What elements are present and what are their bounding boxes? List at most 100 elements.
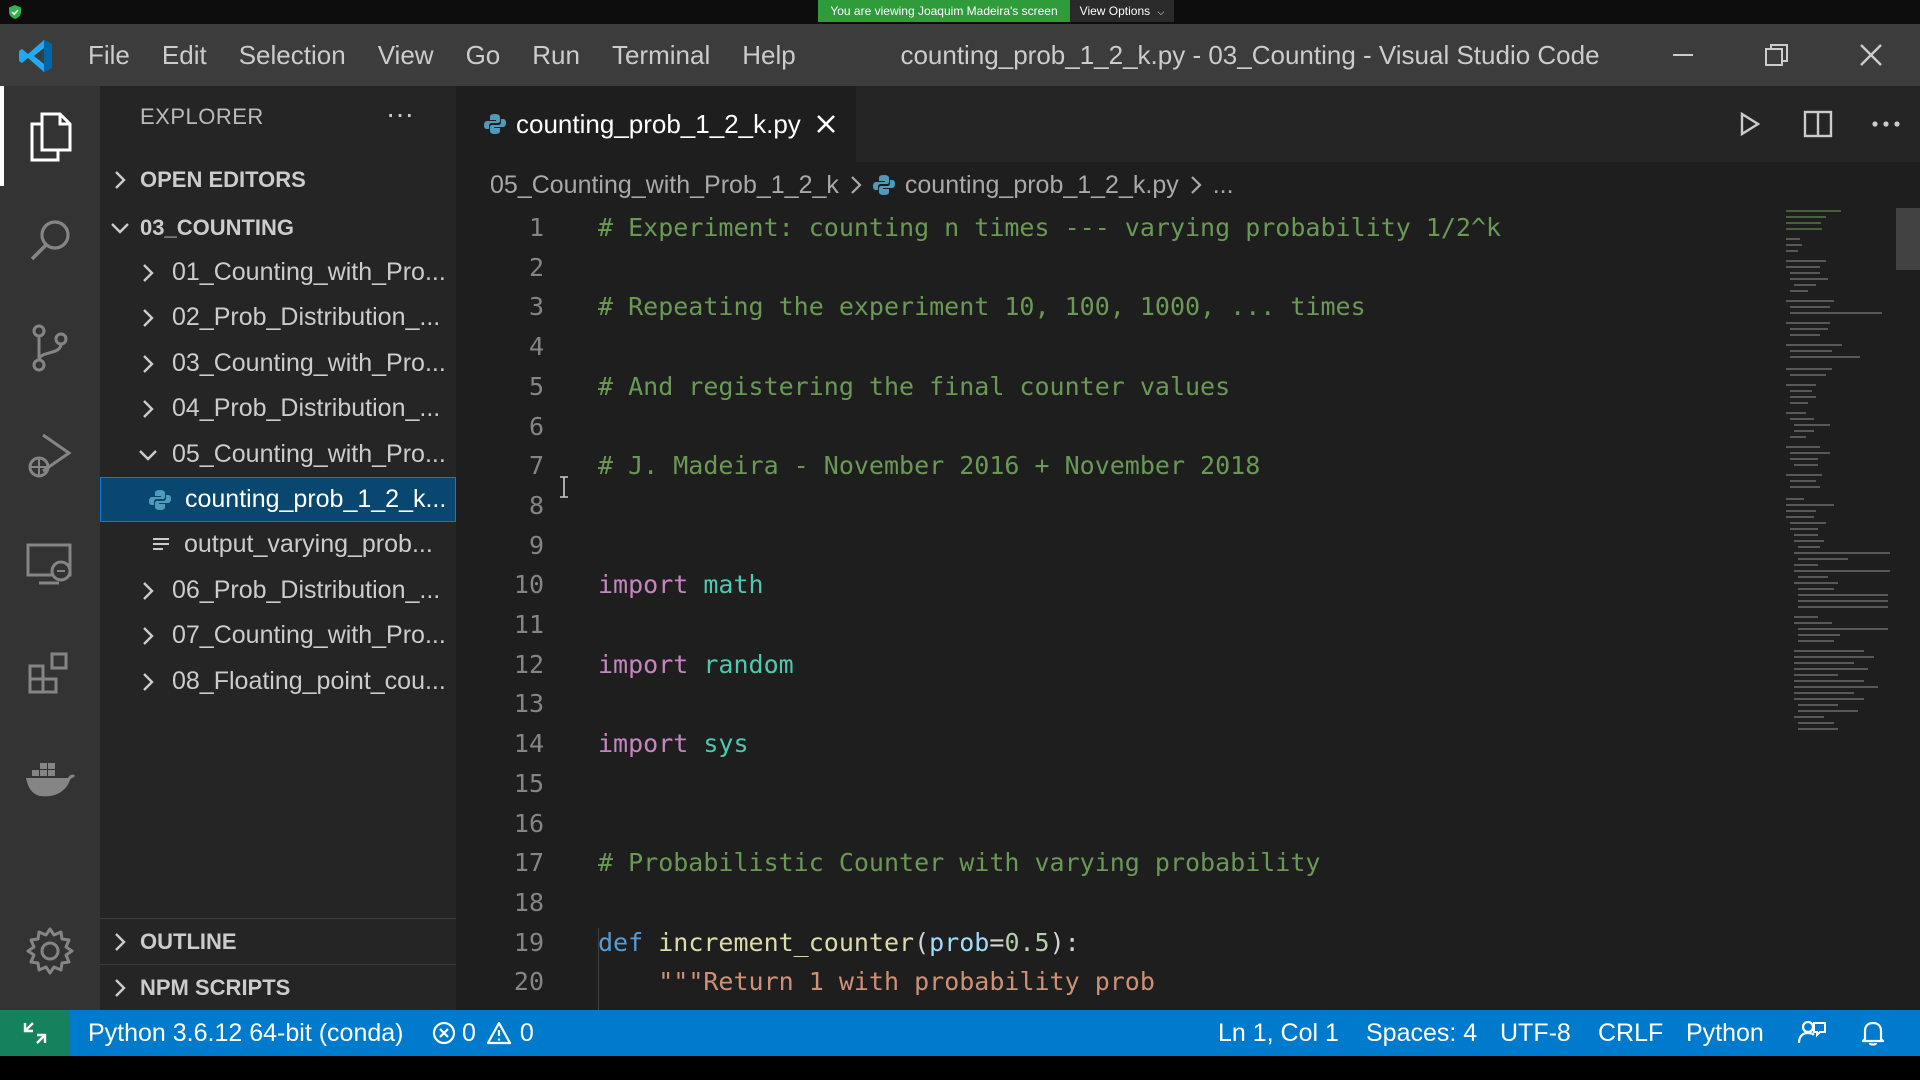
tree-folder-02[interactable]: 02_Prob_Distribution_... [100, 295, 456, 340]
tree-folder-01[interactable]: 01_Counting_with_Pro... [100, 250, 456, 295]
code-line[interactable]: 10 import math [456, 565, 1776, 605]
python-interpreter[interactable]: Python 3.6.12 64-bit (conda) [88, 1010, 403, 1056]
extensions-activity-button[interactable] [20, 642, 80, 702]
code-line[interactable]: 19 def increment_counter(prob=0.5): [456, 923, 1776, 963]
line-number: 1 [528, 213, 544, 242]
menu-go[interactable]: Go [450, 24, 517, 86]
remote-explorer-activity-button[interactable] [20, 534, 80, 594]
code-editor[interactable]: 1 # Experiment: counting n times --- vary… [456, 208, 1776, 1010]
split-editor-button[interactable] [1784, 94, 1852, 154]
chevron-right-icon [136, 671, 160, 693]
code-line[interactable]: 21 Return 0 with probability (1-prob)""" [456, 1002, 1776, 1010]
remote-icon [23, 1022, 47, 1044]
npm-scripts-section[interactable]: NPM SCRIPTS [100, 966, 456, 1010]
menu-view[interactable]: View [362, 24, 450, 86]
code-line[interactable]: 15 [456, 764, 1776, 804]
warning-count: 0 [519, 1019, 534, 1047]
chevron-right-icon [136, 307, 160, 329]
code-line[interactable]: 12 import random [456, 645, 1776, 685]
view-options-button[interactable]: View Options ⌵ [1070, 0, 1174, 22]
remote-indicator-button[interactable] [0, 1010, 70, 1056]
outline-section[interactable]: OUTLINE [100, 920, 456, 964]
code-line[interactable]: 3 # Repeating the experiment 10, 100, 100… [456, 287, 1776, 327]
feedback-button[interactable] [1798, 1010, 1826, 1056]
menu-terminal[interactable]: Terminal [596, 24, 726, 86]
manage-activity-button[interactable] [20, 921, 80, 981]
tree-folder-08[interactable]: 08_Floating_point_cou... [100, 659, 456, 704]
open-editors-section[interactable]: OPEN EDITORS [100, 158, 456, 202]
line-number: 4 [528, 332, 544, 362]
more-actions-button[interactable]: ··· [386, 86, 414, 148]
indentation[interactable]: Spaces: 4 [1366, 1010, 1477, 1056]
tree-item-label: 08_Floating_point_cou... [172, 667, 446, 695]
source-control-activity-button[interactable] [20, 318, 80, 378]
breadcrumb-folder[interactable]: 05_Counting_with_Prob_1_2_k [490, 171, 839, 200]
run-file-button[interactable] [1716, 94, 1784, 154]
code-line[interactable]: 18 [456, 883, 1776, 923]
menu-selection[interactable]: Selection [223, 24, 362, 86]
code-line[interactable]: 17 # Probabilistic Counter with varying p… [456, 843, 1776, 883]
line-number: 2 [528, 252, 544, 282]
restore-button[interactable] [1732, 24, 1822, 86]
tree-file-counting-prob[interactable]: counting_prob_1_2_k... [100, 477, 456, 522]
code-line[interactable]: 20 """Return 1 with probability prob [456, 962, 1776, 1002]
notifications-button[interactable] [1860, 1010, 1886, 1056]
docker-activity-button[interactable] [20, 750, 80, 810]
search-activity-button[interactable] [20, 210, 80, 270]
line-content: import math [598, 570, 764, 600]
line-number: 16 [513, 808, 544, 838]
code-line[interactable]: 4 [456, 327, 1776, 367]
minimize-button[interactable] [1638, 24, 1728, 86]
more-editor-actions-button[interactable] [1852, 94, 1920, 154]
breadcrumb-symbols[interactable]: ... [1213, 171, 1234, 200]
tree-folder-05[interactable]: 05_Counting_with_Pro... [100, 432, 456, 477]
editor-tab-active[interactable]: counting_prob_1_2_k.py [456, 86, 856, 162]
chevron-right-icon [100, 931, 140, 953]
breadcrumb-file[interactable]: counting_prob_1_2_k.py [905, 171, 1179, 200]
close-tab-button[interactable] [815, 113, 837, 135]
menu-edit[interactable]: Edit [146, 24, 223, 86]
tree-folder-06[interactable]: 06_Prob_Distribution_... [100, 568, 456, 613]
scrollbar-thumb[interactable] [1896, 208, 1920, 270]
code-line[interactable]: 14 import sys [456, 724, 1776, 764]
explorer-title: EXPLORER [140, 104, 264, 129]
line-content: import random [598, 649, 794, 679]
tree-folder-07[interactable]: 07_Counting_with_Pro... [100, 613, 456, 658]
title-bar: File Edit Selection View Go Run Terminal… [0, 24, 1920, 86]
code-line[interactable]: 16 [456, 804, 1776, 844]
vertical-scrollbar[interactable] [1894, 208, 1920, 1010]
code-line[interactable]: 7 # J. Madeira - November 2016 + November… [456, 446, 1776, 486]
language-mode[interactable]: Python [1686, 1010, 1764, 1056]
line-number: 11 [513, 610, 544, 639]
close-window-button[interactable] [1826, 24, 1916, 86]
end-of-line[interactable]: CRLF [1598, 1010, 1663, 1056]
cursor-position[interactable]: Ln 1, Col 1 [1218, 1010, 1339, 1056]
menu-file[interactable]: File [72, 24, 146, 86]
code-line[interactable]: 13 [456, 684, 1776, 724]
chevron-right-icon [100, 169, 140, 191]
run-debug-activity-button[interactable] [20, 426, 80, 486]
problems-indicator[interactable]: 0 0 [432, 1010, 534, 1056]
code-line[interactable]: 5 # And registering the final counter val… [456, 367, 1776, 407]
source-control-icon [32, 324, 68, 372]
encoding[interactable]: UTF-8 [1500, 1010, 1571, 1056]
line-content: def increment_counter(prob=0.5): [598, 927, 1080, 957]
code-line[interactable]: 11 [456, 605, 1776, 645]
minimap[interactable] [1784, 208, 1894, 1010]
workspace-folder-section[interactable]: 03_COUNTING [100, 206, 456, 250]
tree-folder-04[interactable]: 04_Prob_Distribution_... [100, 386, 456, 431]
explorer-activity-button[interactable] [20, 106, 80, 166]
code-line[interactable]: 6 [456, 407, 1776, 447]
code-line[interactable]: 8 [456, 486, 1776, 526]
tab-bar: counting_prob_1_2_k.py [456, 86, 1920, 162]
code-line[interactable]: 9 [456, 526, 1776, 566]
tree-folder-03[interactable]: 03_Counting_with_Pro... [100, 341, 456, 386]
menu-help[interactable]: Help [726, 24, 811, 86]
tree-item-label: 06_Prob_Distribution_... [172, 576, 441, 604]
code-line[interactable]: 2 [456, 248, 1776, 288]
menu-run[interactable]: Run [516, 24, 596, 86]
code-line[interactable]: 1 # Experiment: counting n times --- vary… [456, 208, 1776, 248]
tree-file-output[interactable]: output_varying_prob... [100, 522, 456, 567]
text-cursor-icon [560, 476, 568, 498]
editor-area: counting_prob_1_2_k.py 05_Counting_with_… [456, 86, 1920, 1010]
